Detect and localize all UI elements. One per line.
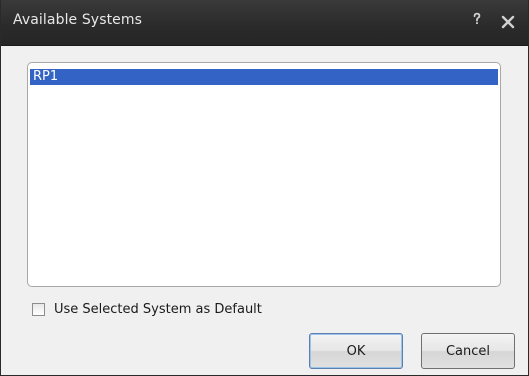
ok-button[interactable]: OK (309, 333, 403, 369)
default-checkbox-label[interactable]: Use Selected System as Default (54, 302, 262, 317)
default-checkbox-row[interactable]: Use Selected System as Default (32, 300, 262, 318)
help-icon[interactable] (467, 10, 487, 30)
default-checkbox[interactable] (32, 302, 45, 316)
available-systems-dialog: Available Systems RP1 Use Selected Syste… (0, 0, 529, 376)
dialog-title: Available Systems (13, 12, 143, 28)
systems-listbox[interactable]: RP1 (27, 62, 501, 287)
cancel-button[interactable]: Cancel (421, 333, 515, 369)
list-item-rp1[interactable]: RP1 (30, 69, 498, 85)
title-bar[interactable]: Available Systems (1, 0, 528, 46)
close-icon[interactable] (499, 13, 519, 33)
